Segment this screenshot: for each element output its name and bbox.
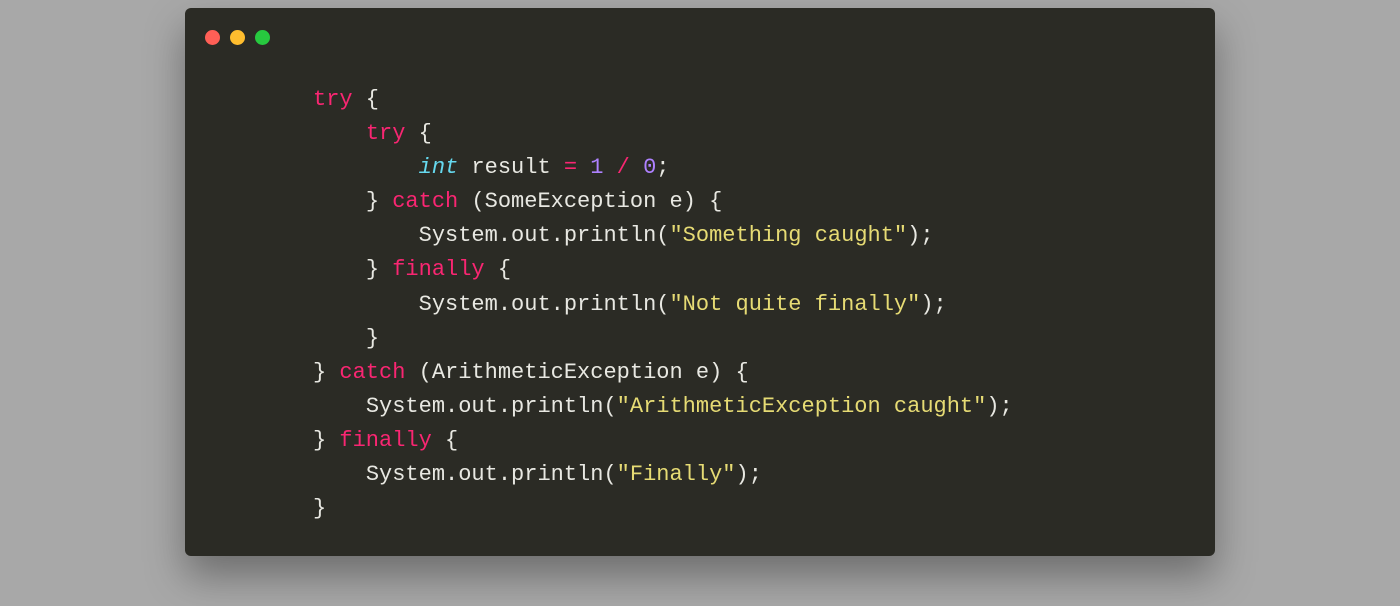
code-token-indent xyxy=(313,189,366,214)
code-token-punct: } xyxy=(366,257,392,282)
code-token-ident: println xyxy=(564,292,656,317)
code-token-keyword: finally xyxy=(392,257,484,282)
code-token-indent xyxy=(313,121,366,146)
code-token-dot: . xyxy=(445,462,458,487)
code-token-punct: { xyxy=(353,87,379,112)
code-window: try { try { int result = 1 / 0; } catch … xyxy=(185,8,1215,556)
code-token-punct: ) { xyxy=(709,360,749,385)
code-token-punct: ( xyxy=(405,360,431,385)
code-token-dot: . xyxy=(445,394,458,419)
maximize-icon[interactable] xyxy=(255,30,270,45)
code-token-punct: } xyxy=(313,428,339,453)
code-token-dot: . xyxy=(498,462,511,487)
code-token-punct: ( xyxy=(603,462,616,487)
code-token-ident xyxy=(630,155,643,180)
code-token-punct: ); xyxy=(986,394,1012,419)
code-token-punct: ; xyxy=(656,155,669,180)
code-token-number: 0 xyxy=(643,155,656,180)
code-token-number: 1 xyxy=(590,155,603,180)
code-token-indent xyxy=(313,292,419,317)
code-token-keyword: catch xyxy=(392,189,458,214)
code-token-builtin: int xyxy=(419,155,459,180)
code-token-punct: ); xyxy=(907,223,933,248)
code-token-indent xyxy=(313,257,366,282)
code-token-ident xyxy=(603,155,616,180)
code-token-punct: ); xyxy=(920,292,946,317)
code-token-punct: } xyxy=(366,326,379,351)
code-token-punct: ); xyxy=(736,462,762,487)
code-token-ident: SomeException e xyxy=(485,189,683,214)
code-token-dot: . xyxy=(551,292,564,317)
code-token-indent xyxy=(313,155,419,180)
code-token-ident xyxy=(577,155,590,180)
code-token-indent xyxy=(313,394,366,419)
code-token-ident: out xyxy=(458,394,498,419)
code-token-string: "Finally" xyxy=(617,462,736,487)
code-token-punct: { xyxy=(432,428,458,453)
code-token-keyword: finally xyxy=(339,428,431,453)
code-token-ident: System xyxy=(419,292,498,317)
code-token-ident: System xyxy=(366,394,445,419)
code-token-ident: println xyxy=(511,394,603,419)
code-token-ident: out xyxy=(458,462,498,487)
code-token-punct: ( xyxy=(656,223,669,248)
code-token-punct: ( xyxy=(603,394,616,419)
code-token-string: "Not quite finally" xyxy=(669,292,920,317)
close-icon[interactable] xyxy=(205,30,220,45)
code-token-punct: ) { xyxy=(683,189,723,214)
code-token-punct: } xyxy=(366,189,392,214)
code-token-indent xyxy=(313,326,366,351)
traffic-lights xyxy=(205,30,1187,45)
code-token-ident: println xyxy=(564,223,656,248)
code-token-keyword: / xyxy=(617,155,630,180)
code-token-keyword: try xyxy=(366,121,406,146)
code-block: try { try { int result = 1 / 0; } catch … xyxy=(313,83,1187,526)
code-token-dot: . xyxy=(498,292,511,317)
code-token-punct: { xyxy=(485,257,511,282)
code-token-string: "ArithmeticException caught" xyxy=(617,394,987,419)
code-token-keyword: = xyxy=(564,155,577,180)
code-token-ident: result xyxy=(458,155,564,180)
code-token-ident: out xyxy=(511,292,551,317)
code-token-ident: System xyxy=(419,223,498,248)
code-token-dot: . xyxy=(498,223,511,248)
code-token-punct: ( xyxy=(656,292,669,317)
code-token-dot: . xyxy=(551,223,564,248)
code-token-punct: { xyxy=(405,121,431,146)
code-token-punct: ( xyxy=(458,189,484,214)
code-token-indent xyxy=(313,223,419,248)
code-token-keyword: catch xyxy=(339,360,405,385)
code-token-string: "Something caught" xyxy=(669,223,907,248)
code-token-ident: ArithmeticException e xyxy=(432,360,709,385)
code-token-punct: } xyxy=(313,360,339,385)
code-token-dot: . xyxy=(498,394,511,419)
code-token-ident: out xyxy=(511,223,551,248)
code-token-ident: System xyxy=(366,462,445,487)
code-token-ident: println xyxy=(511,462,603,487)
code-token-keyword: try xyxy=(313,87,353,112)
code-token-punct: } xyxy=(313,496,326,521)
code-token-indent xyxy=(313,462,366,487)
minimize-icon[interactable] xyxy=(230,30,245,45)
